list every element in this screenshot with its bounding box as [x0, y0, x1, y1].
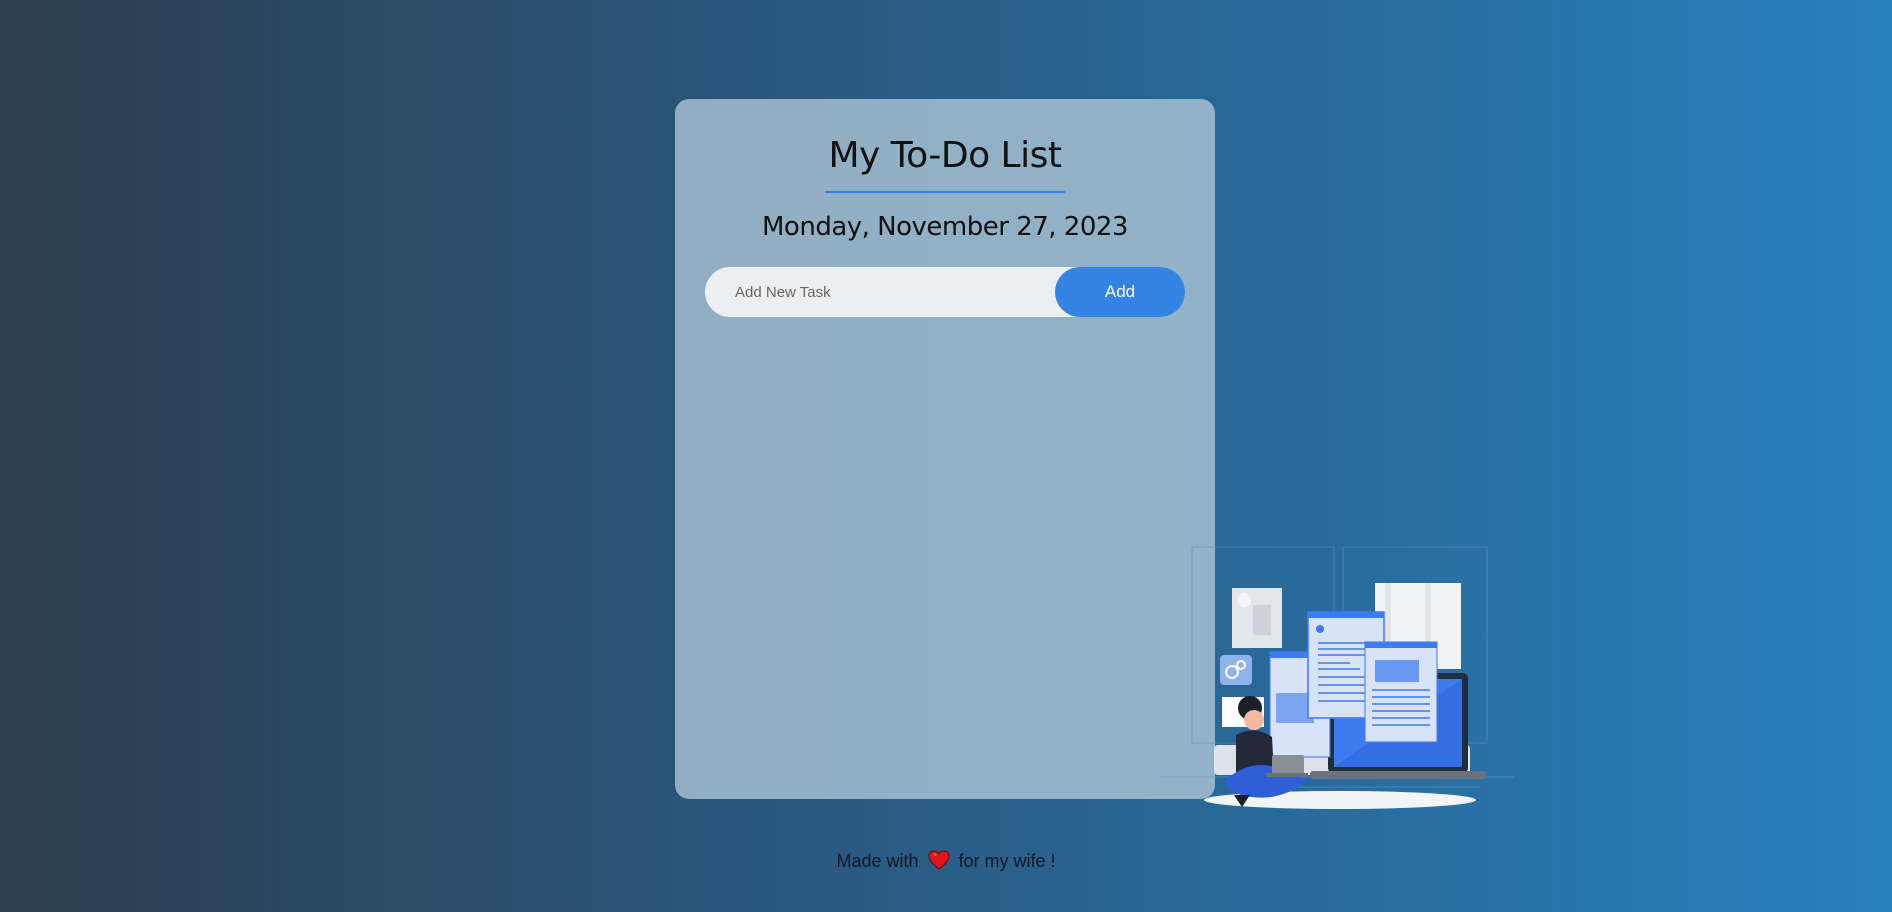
title-underline [825, 191, 1065, 193]
footer-suffix: for my wife ! [958, 851, 1056, 871]
page-title: My To-Do List [828, 135, 1062, 176]
task-input[interactable] [705, 267, 1065, 317]
current-date: Monday, November 27, 2023 [762, 212, 1128, 242]
heart-icon [927, 850, 950, 870]
illustration [1160, 546, 1515, 809]
add-task-form: Add [705, 267, 1185, 317]
add-button[interactable]: Add [1055, 267, 1185, 317]
footer-prefix: Made with [836, 851, 919, 871]
todo-card: My To-Do List Monday, November 27, 2023 … [675, 99, 1215, 799]
footer: Made with for my wife ! [0, 850, 1892, 872]
